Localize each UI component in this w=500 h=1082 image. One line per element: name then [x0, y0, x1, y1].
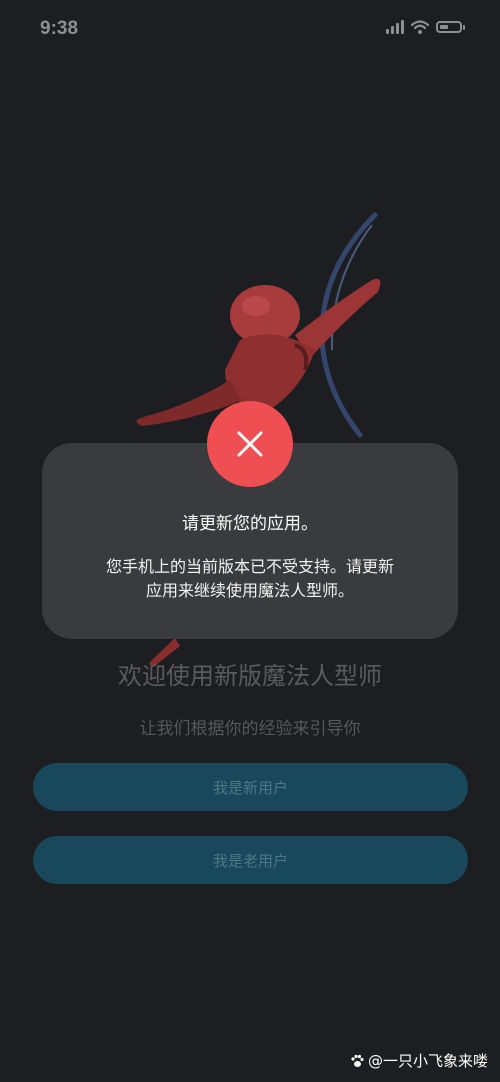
dialog-message-line: 您手机上的当前版本已不受支持。请更新 — [105, 557, 394, 576]
new-user-button[interactable]: 我是新用户 — [33, 763, 468, 811]
status-time: 9:38 — [40, 18, 79, 39]
watermark-text: @一只小飞象来喽 — [367, 1052, 488, 1070]
dialog-message-line: 应用来继续使用魔法人型师。 — [145, 581, 354, 600]
welcome-subtitle: 让我们根据你的经验来引导你 — [139, 719, 361, 739]
paw-icon — [351, 1054, 364, 1067]
watermark: @一只小飞象来喽 — [350, 1050, 488, 1071]
cellular-signal-icon — [386, 20, 404, 34]
status-icons — [386, 20, 465, 34]
error-badge — [207, 401, 293, 487]
wifi-icon — [411, 20, 429, 34]
status-bar: 9:38 — [0, 0, 500, 60]
welcome-title: 欢迎使用新版魔法人型师 — [118, 662, 382, 690]
battery-icon — [436, 21, 465, 33]
existing-user-button[interactable]: 我是老用户 — [33, 836, 468, 884]
dialog-title: 请更新您的应用。 — [182, 514, 318, 534]
close-icon — [237, 431, 263, 457]
dialog-message: 您手机上的当前版本已不受支持。请更新 应用来继续使用魔法人型师。 — [80, 555, 420, 603]
